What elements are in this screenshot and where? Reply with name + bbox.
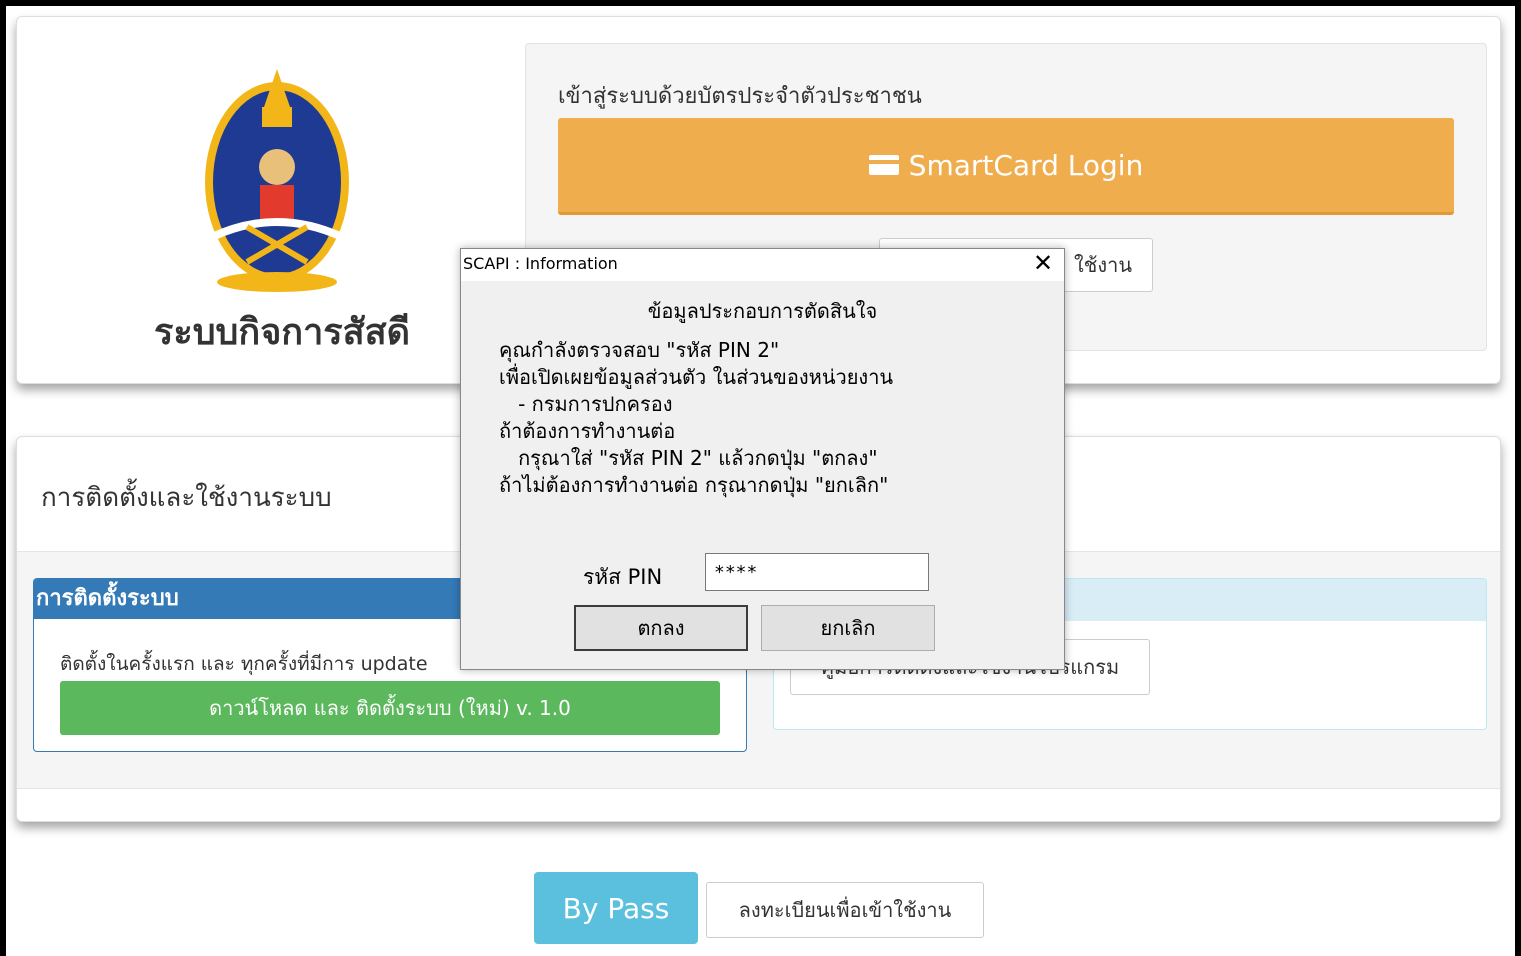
credit-card-icon xyxy=(868,155,899,175)
cancel-button[interactable]: ยกเลิก xyxy=(761,605,935,651)
pin-input[interactable] xyxy=(705,553,929,591)
pin-label: รหัส PIN xyxy=(583,565,663,589)
dialog-message-line: กรุณาใส่ "รหัส PIN 2" แล้วกดปุ่ม "ตกลง" xyxy=(499,446,878,470)
smartcard-login-label: SmartCard Login xyxy=(908,148,1144,182)
dialog-message-line: คุณกำลังตรวจสอบ "รหัส PIN 2" xyxy=(499,338,780,362)
install-panel-title: การติดตั้งและใช้งานระบบ xyxy=(41,483,332,513)
dialog-title: SCAPI : Information xyxy=(463,254,618,273)
login-heading: เข้าสู่ระบบด้วยบัตรประจำตัวประชาชน xyxy=(558,84,922,109)
dialog-message-line: ถ้าต้องการทำงานต่อ xyxy=(499,419,676,443)
smartcard-login-button[interactable]: SmartCard Login xyxy=(558,118,1454,215)
dialog-heading: ข้อมูลประกอบการตัดสินใจ xyxy=(647,299,878,323)
ok-button[interactable]: ตกลง xyxy=(574,605,748,651)
dialog-message-line: เพื่อเปิดเผยข้อมูลส่วนตัว ในส่วนของหน่วย… xyxy=(499,365,894,389)
setup-description: ติดตั้งในครั้งแรก และ ทุกครั้งที่มีการ u… xyxy=(60,653,428,675)
scapi-information-dialog: SCAPI : Information ✕ ข้อมูลประกอบการตัด… xyxy=(460,248,1065,670)
dialog-titlebar: SCAPI : Information ✕ xyxy=(461,249,1064,281)
dialog-message-line: ถ้าไม่ต้องการทำงานต่อ กรุณากดปุ่ม "ยกเลิ… xyxy=(499,473,889,497)
close-icon[interactable]: ✕ xyxy=(1028,249,1058,279)
dialog-message-line: - กรมการปกครอง xyxy=(499,392,673,416)
system-title: ระบบกิจการสัสดี xyxy=(154,312,410,353)
dialog-message: คุณกำลังตรวจสอบ "รหัส PIN 2" เพื่อเปิดเผย… xyxy=(499,337,893,499)
download-install-button[interactable]: ดาวน์โหลด และ ติดตั้งระบบ (ใหม่) v. 1.0 xyxy=(60,681,720,735)
register-button-top-label: ใช้งาน xyxy=(1073,253,1132,277)
bypass-button[interactable]: By Pass xyxy=(534,872,698,944)
department-emblem-logo xyxy=(205,69,349,292)
register-button[interactable]: ลงทะเบียนเพื่อเข้าใช้งาน xyxy=(706,882,984,938)
